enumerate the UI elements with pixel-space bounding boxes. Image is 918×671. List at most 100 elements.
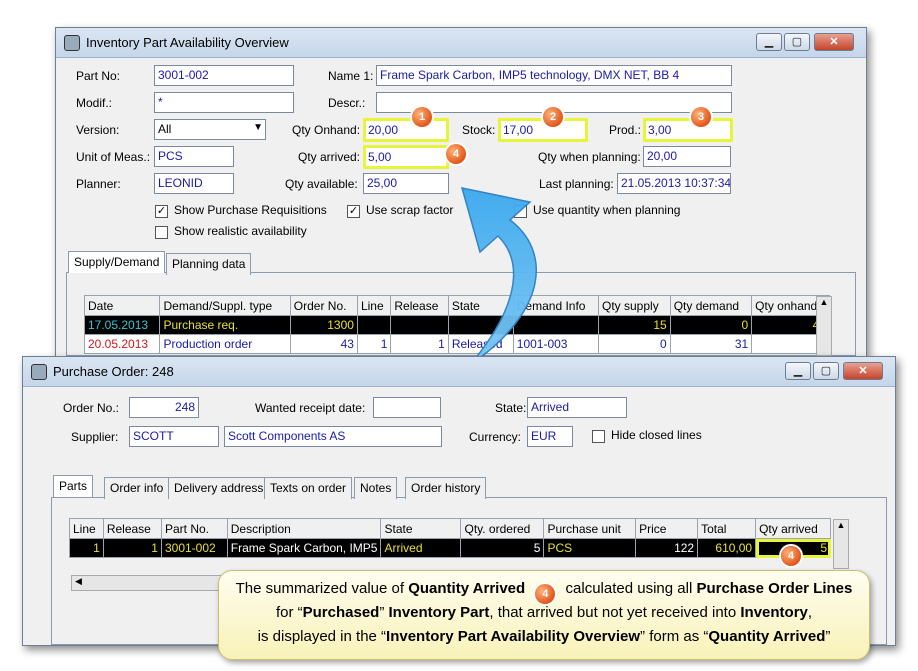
grid-scrollbar[interactable]: ▲ bbox=[816, 296, 832, 356]
callout-term: Inventory Part Availability Overview bbox=[386, 628, 641, 645]
supplier-field[interactable]: SCOTT bbox=[129, 426, 219, 447]
col-part-no[interactable]: Part No. bbox=[160, 518, 228, 539]
col-order-no[interactable]: Order No. bbox=[289, 295, 358, 316]
supplier-name-field[interactable]: Scott Components AS bbox=[224, 426, 442, 447]
col-qty-supply[interactable]: Qty supply bbox=[598, 295, 671, 316]
qty-planning-field[interactable]: 20,00 bbox=[643, 146, 731, 167]
callout-text: , bbox=[807, 604, 813, 621]
wanted-date-label: Wanted receipt date: bbox=[255, 401, 366, 415]
col-state[interactable]: State bbox=[380, 518, 462, 539]
col-type[interactable]: Demand/Suppl. type bbox=[159, 295, 291, 316]
col-line[interactable]: Line bbox=[69, 518, 104, 539]
cell-purchase-unit: PCS bbox=[543, 538, 637, 558]
col-date[interactable]: Date bbox=[83, 295, 161, 316]
badge-1: 1 bbox=[412, 107, 432, 127]
callout-term: Purchase Order Lines bbox=[696, 580, 853, 597]
grid-scrollbar[interactable]: ▲ bbox=[833, 519, 849, 569]
col-price[interactable]: Price bbox=[635, 518, 699, 539]
close-button[interactable]: ✕ bbox=[814, 33, 854, 51]
prod-field[interactable]: 3,00 bbox=[643, 118, 733, 142]
tab-parts[interactable]: Parts bbox=[53, 475, 94, 497]
cell-order-no: 43 bbox=[289, 334, 358, 354]
cell-qty-supply: 0 bbox=[598, 334, 671, 354]
table-row[interactable]: 1 1 3001-002 Frame Spark Carbon, IMP5 Ar… bbox=[69, 538, 831, 558]
part-no-field[interactable]: 3001-002 bbox=[154, 65, 294, 86]
cell-line: 1 bbox=[69, 538, 104, 558]
tab-supply-demand[interactable]: Supply/Demand bbox=[68, 251, 166, 273]
cell-type: Purchase req. bbox=[159, 315, 291, 335]
col-total[interactable]: Total bbox=[697, 518, 757, 539]
callout-term: Quantity Arrived bbox=[708, 628, 826, 645]
cell-price: 122 bbox=[635, 538, 699, 558]
scrap-factor-checkbox[interactable]: ✓ bbox=[347, 205, 360, 218]
state-field[interactable]: Arrived bbox=[527, 397, 627, 418]
callout-text: for “ bbox=[275, 604, 303, 621]
overview-title: Inventory Part Availability Overview bbox=[86, 35, 289, 50]
modif-label: Modif.: bbox=[76, 96, 113, 110]
maximize-button[interactable]: ▢ bbox=[813, 362, 839, 380]
col-qty-ordered[interactable]: Qty. ordered bbox=[460, 518, 545, 539]
col-line[interactable]: Line bbox=[356, 295, 392, 316]
tab-order-info[interactable]: Order info bbox=[104, 477, 170, 499]
callout-text: ” form as “ bbox=[640, 628, 709, 645]
connector-arrow bbox=[460, 187, 537, 366]
qty-arrived-label: Qty arrived: bbox=[298, 150, 361, 164]
tab-texts-on-order[interactable]: Texts on order bbox=[264, 477, 353, 499]
currency-label: Currency: bbox=[469, 430, 522, 444]
qty-available-field[interactable]: 25,00 bbox=[363, 173, 449, 194]
badge-3: 3 bbox=[691, 107, 711, 127]
wanted-date-field[interactable] bbox=[373, 397, 441, 418]
purchase-req-checkbox[interactable]: ✓ bbox=[155, 205, 168, 218]
tab-delivery-address[interactable]: Delivery address bbox=[168, 477, 270, 499]
order-no-field[interactable]: 248 bbox=[129, 397, 199, 418]
hide-closed-label: Hide closed lines bbox=[611, 428, 702, 442]
cell-qty-demand: 31 bbox=[669, 334, 753, 354]
name1-field[interactable]: Frame Spark Carbon, IMP5 technology, DMX… bbox=[376, 65, 732, 86]
cell-order-no: 1300 bbox=[289, 315, 358, 335]
cell-part-no: 3001-002 bbox=[160, 538, 228, 558]
overview-titlebar[interactable]: Inventory Part Availability Overview ▁ ▢… bbox=[56, 28, 866, 58]
name1-label: Name 1: bbox=[328, 69, 374, 83]
qty-onhand-field[interactable]: 20,00 bbox=[363, 118, 449, 142]
realistic-checkbox[interactable] bbox=[155, 226, 168, 239]
unit-label: Unit of Meas.: bbox=[76, 150, 151, 164]
tab-planning-data[interactable]: Planning data bbox=[166, 253, 252, 275]
qty-onhand-label: Qty Onhand: bbox=[292, 123, 361, 137]
maximize-button[interactable]: ▢ bbox=[784, 33, 810, 51]
state-label: State: bbox=[495, 401, 527, 415]
callout-term: Inventory Part bbox=[388, 604, 490, 621]
col-purchase-unit[interactable]: Purchase unit bbox=[543, 518, 637, 539]
last-planning-field[interactable]: 21.05.2013 10:37:34 bbox=[617, 173, 731, 194]
callout-term: Inventory bbox=[740, 604, 808, 621]
callout-text: ” bbox=[825, 628, 831, 645]
tab-notes[interactable]: Notes bbox=[354, 477, 398, 499]
qty-arrived-field[interactable]: 5,00 bbox=[363, 145, 449, 169]
cell-qty-demand: 0 bbox=[669, 315, 753, 335]
app-icon bbox=[31, 364, 47, 380]
stock-field[interactable]: 17,00 bbox=[498, 118, 588, 142]
order-no-label: Order No.: bbox=[63, 401, 120, 415]
hide-closed-checkbox[interactable] bbox=[592, 430, 605, 443]
tab-order-history[interactable]: Order history bbox=[405, 477, 487, 499]
part-no-label: Part No: bbox=[76, 69, 121, 83]
close-button[interactable]: ✕ bbox=[843, 362, 883, 380]
version-select[interactable]: All ▼ bbox=[154, 119, 266, 140]
callout-text: The summarized value of bbox=[235, 580, 409, 597]
col-qty-demand[interactable]: Qty demand bbox=[669, 295, 753, 316]
currency-field[interactable]: EUR bbox=[527, 426, 573, 447]
col-description[interactable]: Description bbox=[226, 518, 382, 539]
order-lines-grid: Line Release Part No. Description State … bbox=[69, 518, 831, 558]
unit-field[interactable]: PCS bbox=[154, 146, 234, 167]
callout-term: Purchased bbox=[302, 604, 380, 621]
horizontal-scrollbar[interactable]: ◀ bbox=[71, 575, 231, 591]
planner-field[interactable]: LEONID bbox=[154, 173, 234, 194]
purchase-titlebar[interactable]: Purchase Order: 248 ▁ ▢ ✕ bbox=[23, 357, 895, 387]
version-label: Version: bbox=[76, 123, 120, 137]
cell-line bbox=[356, 315, 392, 335]
modif-field[interactable]: * bbox=[154, 92, 294, 113]
cell-description: Frame Spark Carbon, IMP5 bbox=[226, 538, 382, 558]
minimize-button[interactable]: ▁ bbox=[756, 33, 782, 51]
minimize-button[interactable]: ▁ bbox=[785, 362, 811, 380]
col-release[interactable]: Release bbox=[102, 518, 162, 539]
col-qty-arrived[interactable]: Qty arrived bbox=[755, 518, 831, 539]
